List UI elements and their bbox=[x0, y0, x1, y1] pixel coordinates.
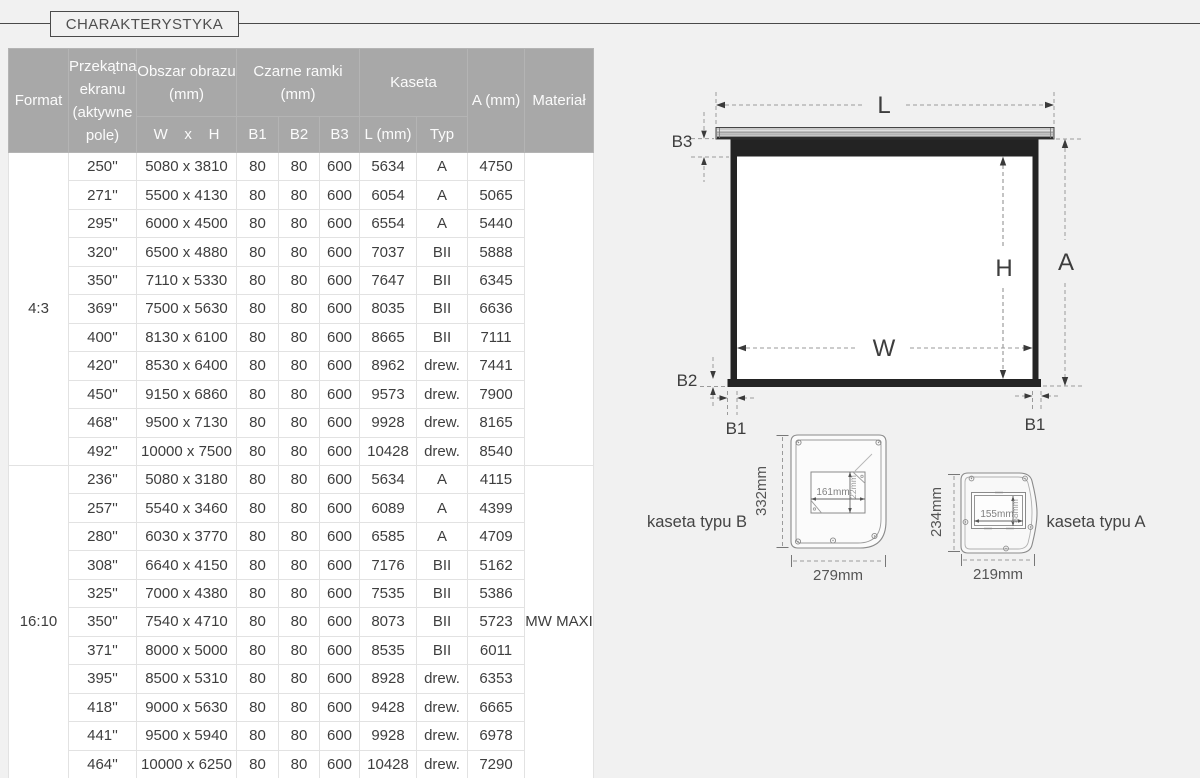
svg-text:22mm: 22mm bbox=[848, 475, 858, 499]
svg-text:161mm: 161mm bbox=[816, 487, 849, 498]
svg-text:B1: B1 bbox=[1025, 415, 1046, 434]
svg-text:H: H bbox=[995, 255, 1012, 282]
svg-text:332mm: 332mm bbox=[753, 466, 770, 516]
svg-text:A: A bbox=[1058, 249, 1074, 276]
svg-text:L: L bbox=[877, 92, 890, 119]
svg-text:B1: B1 bbox=[726, 419, 747, 438]
svg-text:kaseta typu A: kaseta typu A bbox=[1046, 513, 1145, 531]
svg-text:234mm: 234mm bbox=[928, 487, 945, 537]
svg-text:155mm: 155mm bbox=[980, 509, 1013, 520]
svg-text:219mm: 219mm bbox=[973, 566, 1023, 583]
svg-text:kaseta typu B: kaseta typu B bbox=[647, 513, 747, 531]
svg-text:279mm: 279mm bbox=[813, 567, 863, 584]
svg-text:B2: B2 bbox=[677, 371, 698, 390]
svg-text:88mm: 88mm bbox=[1010, 499, 1020, 523]
svg-text:W: W bbox=[873, 335, 896, 362]
svg-text:B3: B3 bbox=[672, 132, 693, 151]
